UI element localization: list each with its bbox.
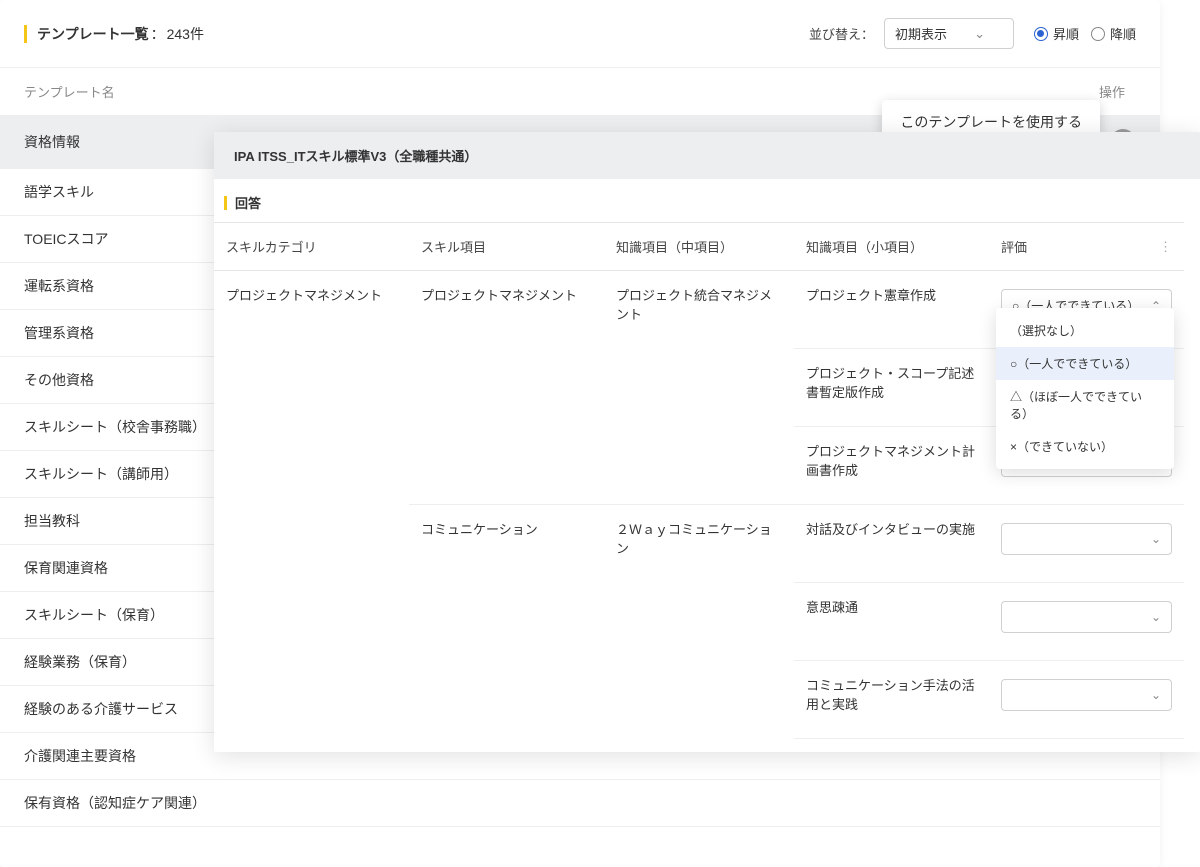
th-skill-item: スキル項目 — [409, 222, 604, 271]
eval-option-cross[interactable]: ×（できていない） — [996, 430, 1174, 463]
template-detail-modal: IPA ITSS_ITスキル標準V3（全職種共通） 回答 スキルカテゴリ スキル… — [214, 132, 1200, 752]
td-mid2: ２Ｗａｙコミュニケーション — [604, 505, 794, 752]
eval-select-5[interactable]: ⌄ — [1001, 601, 1172, 633]
order-asc-radio[interactable]: 昇順 — [1034, 24, 1079, 43]
td-eval5: ⌄ — [989, 583, 1184, 661]
count-value: 243件 — [167, 24, 204, 44]
accent-bar — [224, 196, 227, 210]
template-row[interactable]: 保有資格（認知症ケア関連） — [0, 780, 1160, 827]
td-small6: コミュニケーション手法の活用と実践 — [794, 661, 989, 739]
radio-checked-icon — [1034, 27, 1048, 41]
sort-label: 並び替え： — [809, 24, 874, 43]
eval-select-6[interactable]: ⌄ — [1001, 679, 1172, 711]
col-template-name: テンプレート名 — [24, 82, 1088, 101]
td-skill1: プロジェクトマネジメント — [409, 271, 604, 505]
th-knowledge-small: 知識項目（小項目） — [794, 222, 989, 271]
eval-option-circle[interactable]: ○（一人でできている） — [996, 347, 1174, 380]
page-title: テンプレート一覧 ： 243件 — [24, 24, 204, 44]
skill-table: スキルカテゴリ スキル項目 知識項目（中項目） 知識項目（小項目） 評価 ⋮ プ… — [214, 222, 1200, 752]
section-label: 回答 — [235, 193, 261, 212]
header-controls: 並び替え： 初期表示 ⌄ 昇順 降順 — [809, 18, 1136, 49]
th-skill-category: スキルカテゴリ — [214, 222, 409, 271]
eval-option-triangle[interactable]: △（ほぼ一人でできている） — [996, 380, 1174, 430]
sort-value: 初期表示 — [895, 24, 947, 43]
column-menu-icon[interactable]: ⋮ — [1159, 239, 1172, 255]
th-knowledge-mid: 知識項目（中項目） — [604, 222, 794, 271]
eval-select-4[interactable]: ⌄ — [1001, 523, 1172, 555]
tooltip-text: このテンプレートを使用する — [900, 114, 1082, 130]
td-eval7 — [989, 739, 1184, 752]
chevron-down-icon: ⌄ — [974, 26, 985, 42]
chevron-down-icon: ⌄ — [1151, 688, 1161, 702]
td-small1: プロジェクト憲章作成 — [794, 271, 989, 349]
modal-title-bar: IPA ITSS_ITスキル標準V3（全職種共通） — [214, 132, 1200, 179]
radio-unchecked-icon — [1091, 27, 1105, 41]
col-operations: 操作 — [1088, 82, 1136, 101]
list-header: テンプレート一覧 ： 243件 並び替え： 初期表示 ⌄ 昇順 降順 — [0, 0, 1160, 67]
th-evaluation: 評価 ⋮ — [989, 222, 1184, 271]
td-small5: 意思疎通 — [794, 583, 989, 661]
order-radio-group: 昇順 降順 — [1034, 24, 1136, 43]
order-asc-label: 昇順 — [1053, 24, 1079, 43]
chevron-down-icon: ⌄ — [1151, 532, 1161, 546]
count-sep: ： — [151, 24, 165, 44]
eval-option-none[interactable]: （選択なし） — [996, 314, 1174, 347]
td-mid1: プロジェクト統合マネジメント — [604, 271, 794, 505]
td-category: プロジェクトマネジメント — [214, 271, 409, 752]
td-small3: プロジェクトマネジメント計画書作成 — [794, 427, 989, 505]
title-text: テンプレート一覧 — [37, 24, 149, 44]
td-small4: 対話及びインタビューの実施 — [794, 505, 989, 583]
modal-title: IPA ITSS_ITスキル標準V3（全職種共通） — [234, 149, 477, 164]
td-eval4: ⌄ — [989, 505, 1184, 583]
td-skill2: コミュニケーション — [409, 505, 604, 752]
td-small7: 効果的な話し方、聞き方の活用 — [794, 739, 989, 752]
modal-section-header: 回答 — [214, 179, 1200, 222]
sort-select[interactable]: 初期表示 ⌄ — [884, 18, 1014, 49]
order-desc-label: 降順 — [1110, 24, 1136, 43]
accent-bar — [24, 25, 27, 43]
chevron-down-icon: ⌄ — [1151, 610, 1161, 624]
eval-dropdown: （選択なし） ○（一人でできている） △（ほぼ一人でできている） ×（できていな… — [996, 308, 1174, 469]
td-small2: プロジェクト・スコープ記述書暫定版作成 — [794, 349, 989, 427]
template-name: 保有資格（認知症ケア関連） — [24, 793, 1136, 813]
order-desc-radio[interactable]: 降順 — [1091, 24, 1136, 43]
td-eval6: ⌄ — [989, 661, 1184, 739]
